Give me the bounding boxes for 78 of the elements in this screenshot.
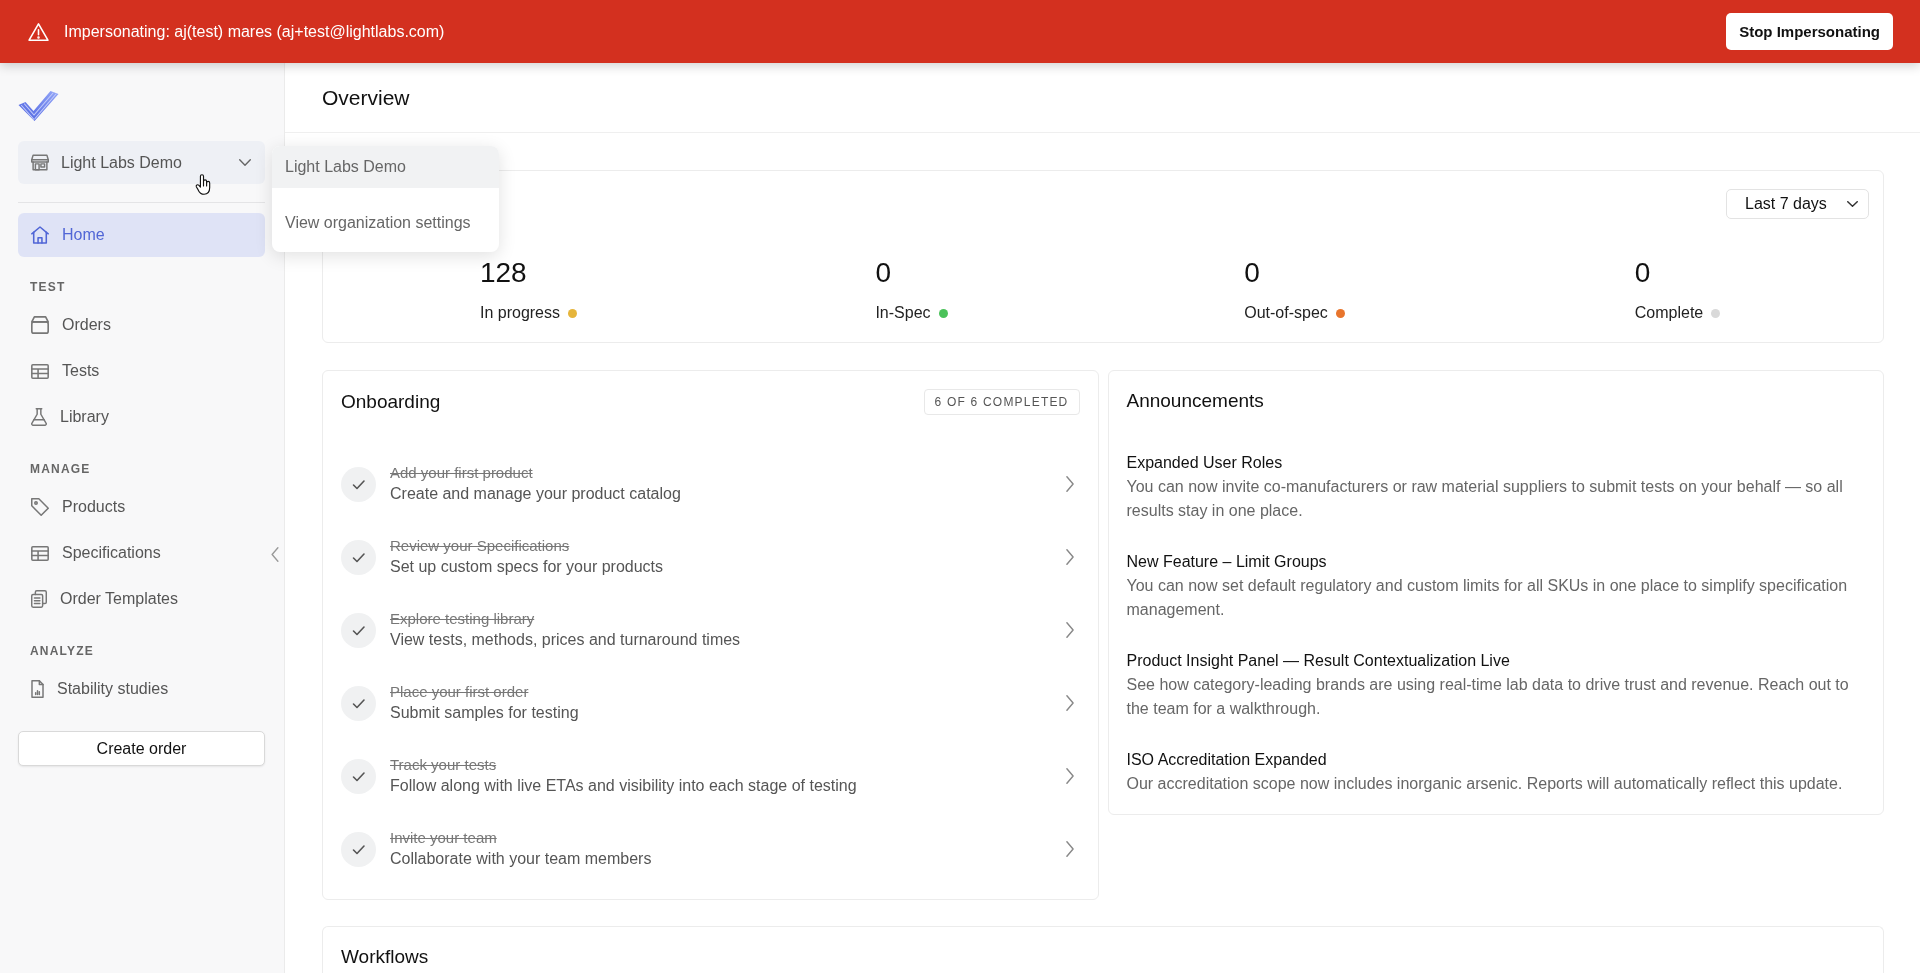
chevron-down-icon bbox=[239, 159, 251, 166]
store-icon bbox=[31, 154, 49, 171]
chevron-right-icon bbox=[1065, 549, 1074, 565]
stat-value: 0 bbox=[875, 257, 891, 289]
announcement-body: You can now set default regulatory and custom limits for all SKUs in one place to simplify specification management. bbox=[1126, 576, 1849, 620]
table-icon bbox=[31, 363, 49, 379]
chevron-down-icon bbox=[1847, 201, 1858, 207]
step-description: Set up custom specs for your products bbox=[390, 557, 663, 577]
menu-item[interactable]: View organization settings bbox=[272, 198, 499, 248]
step-title: Add your first product bbox=[390, 463, 533, 483]
nav-item[interactable]: Orders bbox=[18, 303, 265, 347]
nav-item[interactable]: Specifications bbox=[18, 531, 265, 575]
stat-value: 128 bbox=[479, 257, 527, 289]
announcement-body: See how category-leading brands are using real-time lab data to drive trust and revenue. Reach out to the team for a walkthrough. bbox=[1126, 675, 1850, 719]
stat-label: In-Spec bbox=[875, 303, 931, 323]
page-title: Overview bbox=[322, 84, 410, 111]
announcement-title: ISO Accreditation Expanded bbox=[1126, 750, 1328, 770]
step-description: View tests, methods, prices and turnaround times bbox=[390, 630, 741, 650]
step-description: Follow along with live ETAs and visibility into each stage of testing bbox=[390, 776, 857, 796]
nav-item[interactable]: Order Templates bbox=[18, 577, 265, 621]
tag-icon bbox=[31, 498, 49, 516]
onboarding-step[interactable]: Explore testing library View tests, methods, prices and turnaround times bbox=[341, 609, 1080, 651]
step-title: Review your Specifications bbox=[390, 536, 570, 556]
step-title: Invite your team bbox=[390, 828, 497, 848]
chevron-right-icon bbox=[1065, 476, 1074, 492]
step-title: Explore testing library bbox=[390, 609, 535, 629]
menu-item[interactable]: Light Labs Demo bbox=[272, 146, 499, 188]
flask-icon bbox=[31, 408, 47, 426]
section-heading: MANAGE bbox=[30, 461, 91, 477]
warning-icon bbox=[28, 22, 49, 41]
stop-impersonating-button[interactable]: Stop Impersonating bbox=[1726, 13, 1893, 50]
announcement-body: Our accreditation scope now includes inorganic arsenic. Reports will automatically reflect this update. bbox=[1126, 774, 1844, 794]
create-order-button[interactable]: Create order bbox=[18, 731, 265, 766]
home-icon bbox=[31, 226, 49, 244]
onboarding-step[interactable]: Review your Specifications Set up custom specs for your products bbox=[341, 536, 1080, 578]
stat-value: 0 bbox=[1244, 257, 1260, 289]
chevron-right-icon bbox=[1065, 841, 1074, 857]
banner-message: Impersonating: aj(test) mares (aj+test@lightlabs.com) bbox=[64, 22, 446, 41]
card-title: Workflows bbox=[341, 946, 430, 968]
announcement-title: New Feature – Limit Groups bbox=[1126, 552, 1328, 572]
step-title: Track your tests bbox=[390, 755, 497, 775]
progress-badge: 6 OF 6 COMPLETED bbox=[923, 389, 1080, 415]
logo-icon bbox=[18, 91, 59, 121]
nav-item[interactable]: Home bbox=[18, 213, 265, 257]
chevron-right-icon bbox=[1065, 768, 1074, 784]
announcement-title: Expanded User Roles bbox=[1126, 453, 1284, 473]
date-range-select[interactable]: Last 7 days bbox=[1726, 189, 1869, 219]
onboarding-step[interactable]: Track your tests Follow along with live ETAs and visibility into each stage of testing bbox=[341, 755, 1080, 797]
chevron-right-icon bbox=[1065, 622, 1074, 638]
step-title: Place your first order bbox=[390, 682, 529, 702]
announcement-body: You can now invite co-manufacturers or raw material suppliers to submit tests on your behalf — so all results stay in one place. bbox=[1126, 477, 1844, 521]
hand-cursor-icon bbox=[195, 174, 211, 195]
nav-item[interactable]: Tests bbox=[18, 349, 265, 393]
nav-item[interactable]: Library bbox=[18, 395, 265, 439]
chevron-left-icon[interactable] bbox=[271, 547, 279, 562]
section-heading: ANALYZE bbox=[30, 643, 94, 659]
table-icon bbox=[31, 545, 49, 561]
nav-item[interactable]: Stability studies bbox=[18, 667, 265, 711]
step-description: Collaborate with your team members bbox=[390, 849, 652, 869]
stat-value: 0 bbox=[1634, 257, 1651, 289]
step-description: Submit samples for testing bbox=[390, 703, 579, 723]
onboarding-step[interactable]: Invite your team Collaborate with your team members bbox=[341, 828, 1080, 870]
card-title: Announcements bbox=[1126, 389, 1265, 413]
file-chart-icon bbox=[31, 680, 44, 698]
onboarding-step[interactable]: Place your first order Submit samples for testing bbox=[341, 682, 1080, 724]
stat-label: Out-of-spec bbox=[1244, 303, 1328, 323]
stat-label: In progress bbox=[479, 303, 560, 323]
stat-label: Complete bbox=[1634, 303, 1704, 323]
organization-selector[interactable]: Light Labs Demo bbox=[18, 141, 265, 184]
nav-item[interactable]: Products bbox=[18, 485, 265, 529]
clipboard-icon bbox=[31, 590, 47, 608]
box-icon bbox=[31, 316, 49, 334]
step-description: Create and manage your product catalog bbox=[390, 484, 681, 504]
onboarding-step[interactable]: Add your first product Create and manage your product catalog bbox=[341, 463, 1080, 505]
chevron-right-icon bbox=[1065, 695, 1074, 711]
section-heading: TEST bbox=[30, 279, 66, 295]
announcement-title: Product Insight Panel — Result Contextualization Live bbox=[1126, 651, 1511, 671]
card-title: Onboarding bbox=[341, 390, 441, 414]
